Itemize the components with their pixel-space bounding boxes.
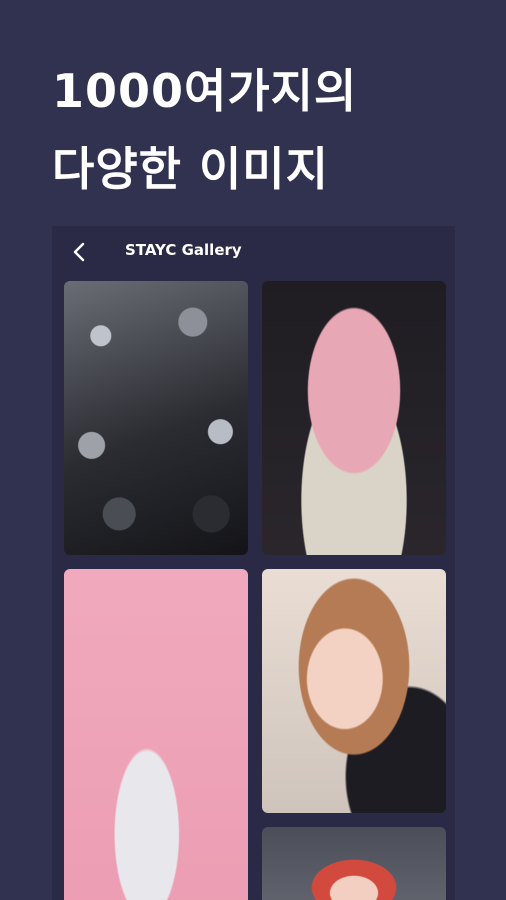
gallery-photo-1[interactable] bbox=[64, 281, 248, 555]
gallery-photo-4[interactable] bbox=[262, 569, 446, 813]
promo-headline: 1000여가지의 다양한 이미지 bbox=[52, 52, 357, 208]
gallery-photo-3[interactable] bbox=[64, 569, 248, 900]
back-button[interactable] bbox=[66, 238, 94, 266]
app-bar-title: STAYC Gallery bbox=[125, 241, 242, 259]
app-bar: STAYC Gallery bbox=[52, 226, 455, 278]
headline-line-1: 1000여가지의 bbox=[52, 64, 358, 118]
gallery-photo-5[interactable] bbox=[262, 827, 446, 900]
chevron-left-icon bbox=[73, 242, 85, 262]
app-screen: STAYC Gallery bbox=[52, 226, 455, 900]
gallery-photo-2[interactable] bbox=[262, 281, 446, 555]
headline-line-2: 다양한 이미지 bbox=[52, 142, 329, 196]
